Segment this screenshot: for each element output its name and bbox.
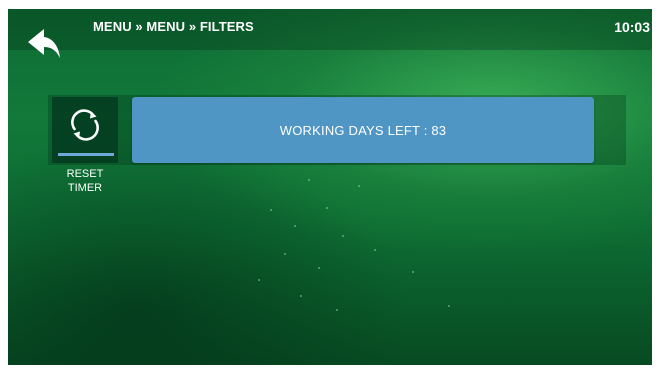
clock: 10:03 — [614, 19, 650, 35]
sparkle — [300, 295, 302, 297]
sparkle — [448, 305, 450, 307]
sparkle — [374, 249, 376, 251]
sparkle — [342, 235, 344, 237]
sparkle — [258, 279, 260, 281]
sparkle — [308, 179, 310, 181]
refresh-icon — [71, 109, 99, 141]
working-days-panel: WORKING DAYS LEFT : 83 — [132, 97, 594, 163]
sparkle — [336, 309, 338, 311]
breadcrumb: MENU » MENU » FILTERS — [93, 19, 254, 34]
sparkle — [318, 267, 320, 269]
screen: MENU » MENU » FILTERS 10:03 RESET TIMER … — [8, 9, 652, 365]
sparkle — [326, 207, 328, 209]
reset-timer-button[interactable] — [52, 97, 118, 163]
reset-timer-label-text: RESET TIMER — [66, 168, 104, 194]
sparkle — [270, 209, 272, 211]
sparkle — [358, 185, 360, 187]
back-button[interactable] — [24, 25, 68, 65]
working-days-text: WORKING DAYS LEFT : 83 — [279, 122, 447, 138]
sparkle — [412, 271, 414, 273]
sparkle — [294, 225, 296, 227]
reset-timer-label: RESET TIMER — [48, 167, 122, 195]
reset-timer-underline — [58, 153, 114, 156]
back-arrow-icon — [28, 29, 60, 58]
sparkle — [284, 253, 286, 255]
